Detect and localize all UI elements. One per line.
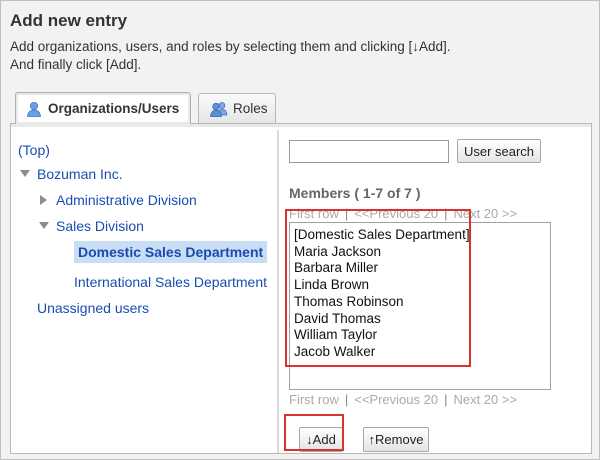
caret-down-icon[interactable] [18,167,32,181]
tree-node-international-sales-department[interactable]: International Sales Department [74,274,267,290]
pager-previous: <<Previous 20 [354,206,439,221]
list-item[interactable]: Jacob Walker [294,344,470,361]
pager-bottom: First row | <<Previous 20 | Next 20 >> [289,392,517,407]
dialog-frame: Add new entry Add organizations, users, … [0,0,600,460]
tree-node-bozuman[interactable]: Bozuman Inc. [37,166,123,182]
remove-button[interactable]: ↑Remove [363,427,429,452]
list-item[interactable]: William Taylor [294,327,470,344]
tree-node-sales-division[interactable]: Sales Division [56,218,144,234]
pager-separator: | [444,392,448,407]
pager-next: Next 20 >> [453,206,518,221]
pager-separator: | [344,206,349,221]
caret-right-icon[interactable] [37,193,51,207]
caret-down-icon[interactable] [37,219,51,233]
users-icon [209,101,229,117]
tree-top-link[interactable]: (Top) [18,142,50,158]
tab-roles[interactable]: Roles [198,93,276,123]
pager-previous: <<Previous 20 [354,392,439,407]
user-search-input[interactable] [289,140,449,163]
members-listbox[interactable]: [Domestic Sales Department] Maria Jackso… [289,222,551,390]
organization-tree: (Top) Bozuman Inc. Administrative Divisi… [11,130,277,453]
members-pane: User search Members ( 1-7 of 7 ) First r… [279,130,591,453]
pager-top: First row | <<Previous 20 | Next 20 >> [289,206,517,221]
user-icon [26,101,44,117]
dialog-description-line2: And finally click [Add]. [10,57,142,72]
user-search-button[interactable]: User search [457,139,541,163]
list-item[interactable]: Thomas Robinson [294,294,470,311]
list-item[interactable]: David Thomas [294,311,470,328]
tree-node-administrative-division[interactable]: Administrative Division [56,192,197,208]
pager-first-row: First row [289,206,339,221]
list-item[interactable]: Linda Brown [294,277,470,294]
add-button[interactable]: ↓Add [299,427,343,452]
pager-separator: | [344,392,349,407]
tab-organizations-users-label: Organizations/Users [48,101,180,116]
list-item[interactable]: Maria Jackson [294,244,470,261]
dialog-title: Add new entry [10,11,128,30]
tab-organizations-users[interactable]: Organizations/Users [15,92,191,124]
list-item[interactable]: Barbara Miller [294,260,470,277]
list-item[interactable]: [Domestic Sales Department] [294,227,470,244]
tab-panel: (Top) Bozuman Inc. Administrative Divisi… [10,123,592,454]
dialog-description-line1: Add organizations, users, and roles by s… [10,39,451,54]
tab-roles-label: Roles [233,101,268,116]
tree-node-unassigned-users[interactable]: Unassigned users [37,300,149,316]
pager-separator: | [444,206,448,221]
pager-first-row: First row [289,392,339,407]
members-title: Members ( 1-7 of 7 ) [289,185,421,201]
pager-next: Next 20 >> [453,392,518,407]
tree-node-domestic-sales-department[interactable]: Domestic Sales Department [74,241,268,263]
